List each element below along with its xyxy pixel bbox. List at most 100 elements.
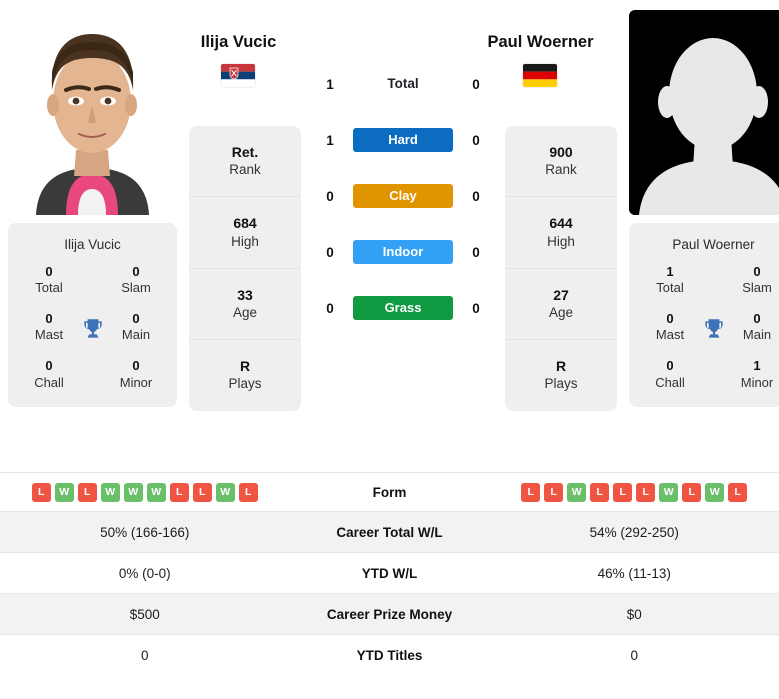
form-badge-l[interactable]: L xyxy=(682,482,702,502)
trophy-icon xyxy=(80,316,106,342)
right-rank-value: 900 xyxy=(549,144,573,160)
right-titles-main: 0 Main xyxy=(726,311,779,344)
left-rank-card: Ret. Rank 684 High 33 Age R Plays xyxy=(189,126,301,411)
table-row-ytd-wl: 0% (0-0) YTD W/L 46% (11-13) xyxy=(0,552,779,593)
right-titles-mast-value: 0 xyxy=(666,311,674,327)
form-badge-w[interactable]: W xyxy=(123,482,143,502)
surface-label-total: Total xyxy=(387,76,419,91)
form-badge-w[interactable]: W xyxy=(705,482,725,502)
form-badge-w[interactable]: W xyxy=(567,482,587,502)
surface-badge-clay[interactable]: Clay xyxy=(353,184,453,208)
form-badge-l[interactable]: L xyxy=(521,482,541,502)
left-titles-mast-label: Mast xyxy=(34,327,64,343)
left-rank-value: Ret. xyxy=(231,144,259,160)
right-titles-chall: 0 Chall xyxy=(639,358,701,391)
surface-badge-indoor[interactable]: Indoor xyxy=(353,240,453,264)
right-rank-card: 900 Rank 644 High 27 Age R Plays xyxy=(505,126,617,411)
form-badge-w[interactable]: W xyxy=(659,482,679,502)
form-badge-l[interactable]: L xyxy=(169,482,189,502)
right-clay-count: 0 xyxy=(472,188,480,204)
left-titles-slam-value: 0 xyxy=(132,264,140,279)
left-indoor-count: 0 xyxy=(326,244,334,260)
right-player-photo[interactable] xyxy=(629,10,779,215)
left-clay-count: 0 xyxy=(326,188,334,204)
form-badge-l[interactable]: L xyxy=(728,482,748,502)
right-ytd-wl: 46% (11-13) xyxy=(597,565,671,581)
right-career-prize-money: $0 xyxy=(626,606,642,622)
right-age-value: 27 xyxy=(553,286,569,303)
left-age-label: Age xyxy=(232,305,258,320)
right-titles-slam-value: 0 xyxy=(753,264,761,279)
table-row-career-total-wl: 50% (166-166) Career Total W/L 54% (292-… xyxy=(0,511,779,552)
form-badge-l[interactable]: L xyxy=(238,482,258,502)
left-plays-cell: R Plays xyxy=(189,340,301,410)
row-label-ytd-wl: YTD W/L xyxy=(361,565,418,581)
comparison-header-area: Ilija Vucic 0 Total 0 Slam 0 Mast 0 Main… xyxy=(0,0,779,472)
left-titles-total: 0 Total xyxy=(18,264,80,297)
left-player-photo-column: Ilija Vucic 0 Total 0 Slam 0 Mast 0 Main… xyxy=(0,10,185,408)
surface-row-total: 1 Total 0 xyxy=(307,56,499,112)
left-titles-row-3: 0 Chall 0 Minor xyxy=(18,358,167,391)
form-badge-l[interactable]: L xyxy=(192,482,212,502)
left-titles-main-value: 0 xyxy=(132,311,140,327)
surface-badge-hard[interactable]: Hard xyxy=(353,128,453,152)
right-age-label: Age xyxy=(548,305,574,320)
left-player-name[interactable]: Ilija Vucic xyxy=(176,33,301,52)
form-badge-l[interactable]: L xyxy=(590,482,610,502)
right-career-total-wl: 54% (292-250) xyxy=(589,524,679,540)
form-badge-w[interactable]: W xyxy=(100,482,120,502)
left-titles-mast-value: 0 xyxy=(45,311,53,327)
right-player-name[interactable]: Paul Woerner xyxy=(478,33,603,52)
left-ytd-wl: 0% (0-0) xyxy=(118,565,171,581)
left-player-photo[interactable] xyxy=(8,10,177,215)
form-badge-l[interactable]: L xyxy=(636,482,656,502)
left-plays-value: R xyxy=(239,358,251,375)
left-career-total-wl: 50% (166-166) xyxy=(100,524,190,540)
left-titles-minor-label: Minor xyxy=(119,374,153,390)
left-titles-row-1: 0 Total 0 Slam xyxy=(18,264,167,297)
right-form-strip: LLWLLLWLWL xyxy=(490,482,779,502)
right-indoor-count: 0 xyxy=(472,244,480,260)
left-career-prize-money: $500 xyxy=(129,606,160,622)
right-titles-mast-label: Mast xyxy=(655,327,685,343)
row-label-career-prize-money: Career Prize Money xyxy=(326,606,453,622)
table-row-ytd-titles: 0 YTD Titles 0 xyxy=(0,634,779,675)
right-plays-label: Plays xyxy=(544,376,578,392)
form-badge-l[interactable]: L xyxy=(77,482,97,502)
left-titles-chall-value: 0 xyxy=(45,358,53,374)
left-high-value: 684 xyxy=(233,215,257,232)
form-badge-l[interactable]: L xyxy=(613,482,633,502)
row-label-form: Form xyxy=(372,484,407,500)
form-badge-w[interactable]: W xyxy=(54,482,74,502)
right-titles-card-name: Paul Woerner xyxy=(672,237,755,252)
right-titles-slam-label: Slam xyxy=(742,280,772,296)
right-titles-row-1: 1 Total 0 Slam xyxy=(639,264,779,297)
left-titles-slam: 0 Slam xyxy=(105,264,167,297)
comparison-table: LWLWWWLLWL Form LLWLLLWLWL 50% (166-166)… xyxy=(0,472,779,675)
right-titles-minor-label: Minor xyxy=(740,374,774,390)
left-titles-slam-label: Slam xyxy=(121,280,151,296)
trophy-icon xyxy=(701,316,727,342)
right-age-cell: 27 Age xyxy=(505,269,617,341)
surface-row-indoor: 0 Indoor 0 xyxy=(307,224,499,280)
right-rank-label: Rank xyxy=(545,162,577,178)
left-grass-count: 0 xyxy=(326,300,334,316)
right-grass-count: 0 xyxy=(472,300,480,316)
form-badge-w[interactable]: W xyxy=(146,482,166,502)
right-titles-minor: 1 Minor xyxy=(726,358,779,391)
right-high-label: High xyxy=(547,233,575,249)
right-plays-value: R xyxy=(555,358,567,375)
right-plays-cell: R Plays xyxy=(505,340,617,410)
left-titles-main: 0 Main xyxy=(105,311,167,344)
right-titles-mast: 0 Mast xyxy=(639,311,701,344)
left-hard-count: 1 xyxy=(326,132,334,148)
right-titles-minor-value: 1 xyxy=(753,358,761,374)
form-badge-l[interactable]: L xyxy=(31,482,51,502)
form-badge-w[interactable]: W xyxy=(215,482,235,502)
surface-badge-grass[interactable]: Grass xyxy=(353,296,453,320)
form-badge-l[interactable]: L xyxy=(544,482,564,502)
left-titles-total-value: 0 xyxy=(45,264,53,279)
right-total-count: 0 xyxy=(472,76,480,92)
table-row-form: LWLWWWLLWL Form LLWLLLWLWL xyxy=(0,472,779,511)
right-titles-chall-value: 0 xyxy=(666,358,674,374)
